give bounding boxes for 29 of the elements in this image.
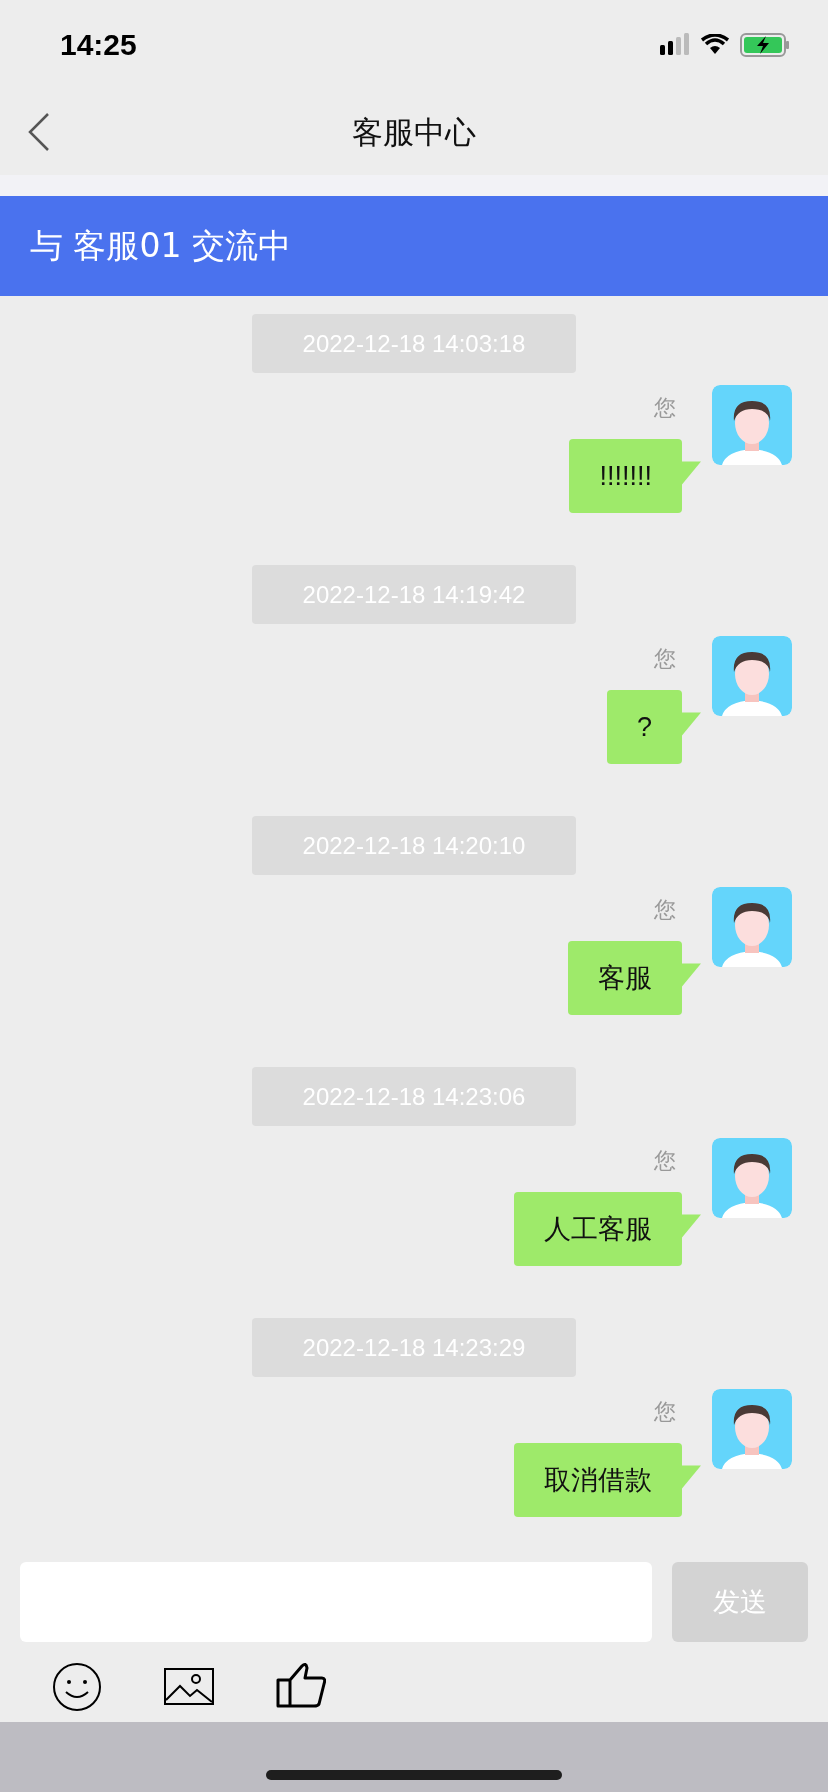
page-title: 客服中心 <box>352 112 476 152</box>
bubble-tail-icon <box>682 712 701 736</box>
status-time: 14:25 <box>60 28 137 62</box>
thumbs-up-icon[interactable] <box>276 1662 326 1708</box>
avatar-icon <box>712 1389 792 1469</box>
message-bubble: 人工客服 <box>514 1192 682 1266</box>
message-bubble: ? <box>606 690 682 764</box>
sender-name: 您 <box>654 645 676 673</box>
banner-text: 与 客服01 交流中 <box>30 224 291 267</box>
avatar-icon <box>712 636 792 716</box>
message-bubble: 客服 <box>568 941 682 1015</box>
sender-name: 您 <box>654 896 676 924</box>
battery-icon <box>740 33 790 57</box>
avatar-icon <box>712 1138 792 1218</box>
signal-icon <box>660 33 690 57</box>
bubble-tail-icon <box>682 1465 701 1489</box>
sender-name: 您 <box>654 1398 676 1426</box>
message-bubble: 取消借款 <box>514 1443 682 1517</box>
wifi-icon <box>700 34 730 56</box>
bubble-tail-icon <box>682 963 701 987</box>
image-icon[interactable] <box>164 1668 214 1706</box>
bubble-tail-icon <box>682 461 701 485</box>
avatar-icon <box>712 887 792 967</box>
sender-name: 您 <box>654 394 676 422</box>
bubble-tail-icon <box>682 1214 701 1238</box>
emoji-icon[interactable] <box>52 1662 102 1712</box>
avatar-icon <box>712 385 792 465</box>
message-bubble: !!!!!!! <box>569 439 682 513</box>
sender-name: 您 <box>654 1147 676 1175</box>
